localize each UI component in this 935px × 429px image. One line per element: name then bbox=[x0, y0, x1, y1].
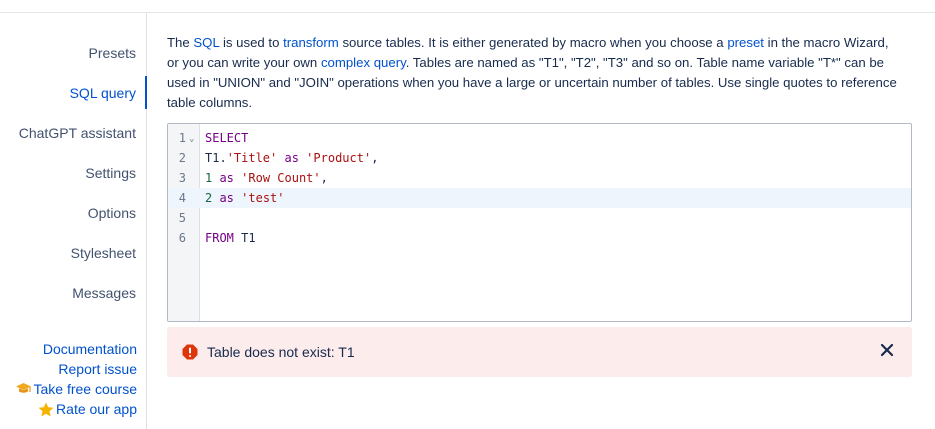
nav-chatgpt-assistant[interactable]: ChatGPT assistant bbox=[19, 123, 136, 143]
code-token: , bbox=[371, 151, 379, 165]
code-token: as bbox=[212, 191, 242, 205]
documentation-label: Documentation bbox=[42, 341, 137, 357]
code-token: SELECT bbox=[205, 131, 249, 145]
preset-link[interactable]: preset bbox=[727, 35, 764, 50]
fold-chevron-icon[interactable]: ⌄ bbox=[189, 129, 194, 149]
line-number: 3 bbox=[178, 171, 186, 185]
nav-options[interactable]: Options bbox=[88, 203, 136, 223]
desc-text-2: is used to bbox=[219, 35, 284, 50]
code-token: 'Row Count' bbox=[241, 171, 321, 185]
editor-line-5: 5 bbox=[168, 208, 911, 228]
take-free-course-label: Take free course bbox=[33, 381, 138, 397]
star-icon bbox=[38, 402, 54, 416]
sql-link[interactable]: SQL bbox=[193, 35, 219, 50]
desc-text-3: source tables. It is either generated by… bbox=[338, 35, 728, 50]
active-indicator bbox=[145, 76, 147, 109]
error-icon bbox=[182, 344, 198, 360]
desc-text-1: The bbox=[167, 35, 194, 50]
editor-line-1: 1 ⌄ SELECT bbox=[168, 128, 911, 148]
close-icon[interactable] bbox=[878, 341, 896, 359]
documentation-link[interactable]: Documentation bbox=[43, 339, 137, 359]
editor-line-2: 2 T1.'Title' as 'Product', bbox=[168, 148, 911, 168]
line-number: 2 bbox=[178, 151, 186, 165]
sidebar: Presets SQL query ChatGPT assistant Sett… bbox=[0, 13, 147, 429]
nav-sql-query[interactable]: SQL query bbox=[70, 83, 136, 103]
take-free-course-link[interactable]: Take free course bbox=[15, 379, 138, 399]
line-number: 1 bbox=[178, 131, 186, 145]
report-issue-label: Report issue bbox=[58, 361, 137, 377]
rate-our-app-link[interactable]: Rate our app bbox=[38, 399, 137, 419]
nav-settings[interactable]: Settings bbox=[85, 163, 136, 183]
code-token: 'Product' bbox=[306, 151, 372, 165]
code-token: as bbox=[212, 171, 242, 185]
report-issue-link[interactable]: Report issue bbox=[58, 359, 137, 379]
transform-link[interactable]: transform bbox=[283, 35, 339, 50]
editor-line-3: 3 1 as 'Row Count', bbox=[168, 168, 911, 188]
graduation-cap-icon bbox=[15, 383, 31, 393]
code-token: FROM bbox=[205, 231, 234, 245]
nav-stylesheet[interactable]: Stylesheet bbox=[71, 243, 136, 263]
sql-editor[interactable]: 1 ⌄ SELECT 2 T1.'Title' as 'Product', 3 … bbox=[167, 123, 912, 322]
code-token: T1 bbox=[233, 231, 256, 245]
line-number: 5 bbox=[178, 211, 186, 225]
code-token: 'test' bbox=[241, 191, 285, 205]
line-number: 4 bbox=[178, 191, 186, 205]
code-token: T1. bbox=[205, 151, 227, 165]
complex-query-link[interactable]: complex query bbox=[321, 55, 406, 70]
description: The SQL is used to transform source tabl… bbox=[167, 33, 897, 113]
code-token: 'Title' bbox=[226, 151, 278, 165]
alert-message: Table does not exist: T1 bbox=[207, 344, 355, 360]
error-alert: Table does not exist: T1 bbox=[167, 327, 912, 377]
code-token: , bbox=[320, 171, 328, 185]
code-token: as bbox=[277, 151, 307, 165]
editor-line-4: 4 2 as 'test' bbox=[168, 188, 911, 208]
editor-line-6: 6 FROM T1 bbox=[168, 228, 911, 248]
nav-presets[interactable]: Presets bbox=[89, 43, 136, 63]
nav-messages[interactable]: Messages bbox=[72, 283, 136, 303]
line-number: 6 bbox=[178, 231, 186, 245]
rate-our-app-label: Rate our app bbox=[56, 401, 137, 417]
